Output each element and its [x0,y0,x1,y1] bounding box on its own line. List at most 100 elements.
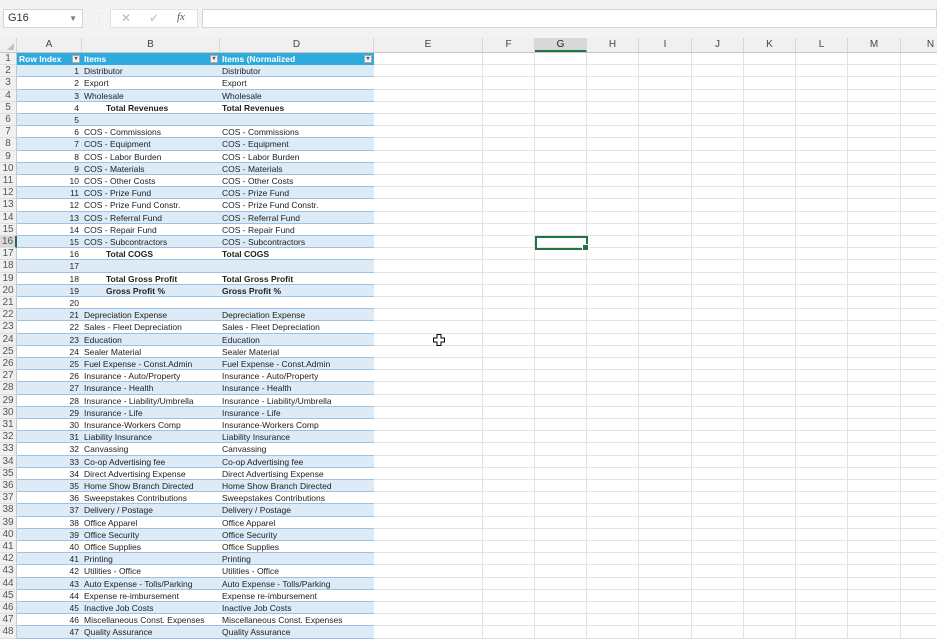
cell-n11[interactable] [901,175,937,188]
cell-item[interactable]: COS - Commissions [82,126,220,139]
cell-g11[interactable] [535,175,587,188]
cell-j2[interactable] [692,65,744,78]
cell-f22[interactable] [483,309,535,322]
cell-m20[interactable] [848,284,901,297]
cell-n20[interactable] [901,285,937,297]
cell-k3[interactable] [744,77,796,90]
column-header-d[interactable]: D [220,38,374,52]
cell-k14[interactable] [744,211,796,224]
cell-item-normalized[interactable]: Liability Insurance [220,431,374,444]
cell-n34[interactable] [901,456,937,468]
cell-row-index[interactable]: 27 [17,382,82,395]
cell-f19[interactable] [483,272,535,285]
row-header-29[interactable]: 29 [0,394,17,407]
cell-j38[interactable] [692,504,744,517]
cell-g18[interactable] [535,260,587,273]
cell-item-normalized[interactable]: Office Security [220,528,374,541]
cell-l30[interactable] [796,406,848,419]
cell-l22[interactable] [796,309,848,322]
cell-g24[interactable] [535,333,587,346]
cell-item[interactable]: Insurance - Auto/Property [82,370,220,383]
cell-n8[interactable] [901,138,937,151]
cell-item-normalized[interactable]: Canvassing [220,443,374,456]
cell-item-normalized[interactable]: COS - Equipment [220,138,374,151]
cell-e33[interactable] [374,443,483,456]
cell-h35[interactable] [587,467,639,480]
cell-i13[interactable] [639,199,692,212]
cell-m6[interactable] [848,114,901,127]
cell-e1[interactable] [374,53,483,66]
cell-item[interactable]: Education [82,333,220,346]
cell-k7[interactable] [744,126,796,139]
cell-i31[interactable] [639,419,692,432]
cell-n25[interactable] [901,346,937,358]
cell-item[interactable]: COS - Other Costs [82,175,220,188]
cell-item-normalized[interactable]: Home Show Branch Directed [220,480,374,493]
cell-h24[interactable] [587,333,639,346]
cell-h7[interactable] [587,126,639,139]
cell-e11[interactable] [374,175,483,188]
cell-item-normalized[interactable]: Utilities - Office [220,565,374,578]
cell-h44[interactable] [587,577,639,590]
cell-l14[interactable] [796,211,848,224]
cell-f30[interactable] [483,406,535,419]
cell-n12[interactable] [901,187,937,200]
cell-l12[interactable] [796,187,848,200]
cell-k30[interactable] [744,406,796,419]
cell-n4[interactable] [901,90,937,102]
cell-l6[interactable] [796,114,848,127]
cell-g15[interactable] [535,223,587,236]
cell-row-index[interactable]: 41 [17,553,82,566]
cell-h28[interactable] [587,382,639,395]
cell-i12[interactable] [639,187,692,200]
cell-l11[interactable] [796,175,848,188]
row-header-5[interactable]: 5 [0,101,17,114]
cell-i34[interactable] [639,455,692,468]
cell-e17[interactable] [374,248,483,261]
cell-n28[interactable] [901,382,937,395]
cell-g39[interactable] [535,516,587,529]
row-header-16[interactable]: 16 [0,236,17,249]
cell-item[interactable]: COS - Labor Burden [82,151,220,163]
cell-h34[interactable] [587,455,639,468]
cell-m31[interactable] [848,419,901,432]
cell-h1[interactable] [587,53,639,66]
cell-row-index[interactable]: 38 [17,517,82,529]
cell-k32[interactable] [744,431,796,444]
row-header-12[interactable]: 12 [0,187,17,200]
cell-h33[interactable] [587,443,639,456]
cell-m8[interactable] [848,138,901,151]
cell-row-index[interactable]: 34 [17,468,82,480]
cell-i38[interactable] [639,504,692,517]
cell-h42[interactable] [587,553,639,566]
cell-j35[interactable] [692,467,744,480]
cell-item-normalized[interactable]: Export [220,77,374,90]
row-header-6[interactable]: 6 [0,114,17,127]
cell-l13[interactable] [796,199,848,212]
cell-i45[interactable] [639,589,692,602]
cell-e14[interactable] [374,211,483,224]
row-header-27[interactable]: 27 [0,370,17,383]
cell-h17[interactable] [587,248,639,261]
cell-h11[interactable] [587,175,639,188]
cell-n38[interactable] [901,504,937,517]
cell-l1[interactable] [796,53,848,66]
cell-k2[interactable] [744,65,796,78]
cell-item[interactable]: COS - Referral Fund [82,211,220,224]
cell-g36[interactable] [535,480,587,493]
cell-h14[interactable] [587,211,639,224]
cell-item-normalized[interactable]: Depreciation Expense [220,309,374,322]
cell-f4[interactable] [483,89,535,102]
cell-item[interactable]: Expense re-imbursement [82,590,220,602]
cell-l39[interactable] [796,516,848,529]
cell-m14[interactable] [848,211,901,224]
cell-i14[interactable] [639,211,692,224]
cell-k38[interactable] [744,504,796,517]
cell-g35[interactable] [535,467,587,480]
row-header-21[interactable]: 21 [0,297,17,310]
cell-h23[interactable] [587,321,639,334]
cell-m13[interactable] [848,199,901,212]
selected-cell-g16[interactable] [535,236,589,251]
cell-row-index[interactable]: 46 [17,614,82,627]
cell-item[interactable]: Sweepstakes Contributions [82,492,220,505]
